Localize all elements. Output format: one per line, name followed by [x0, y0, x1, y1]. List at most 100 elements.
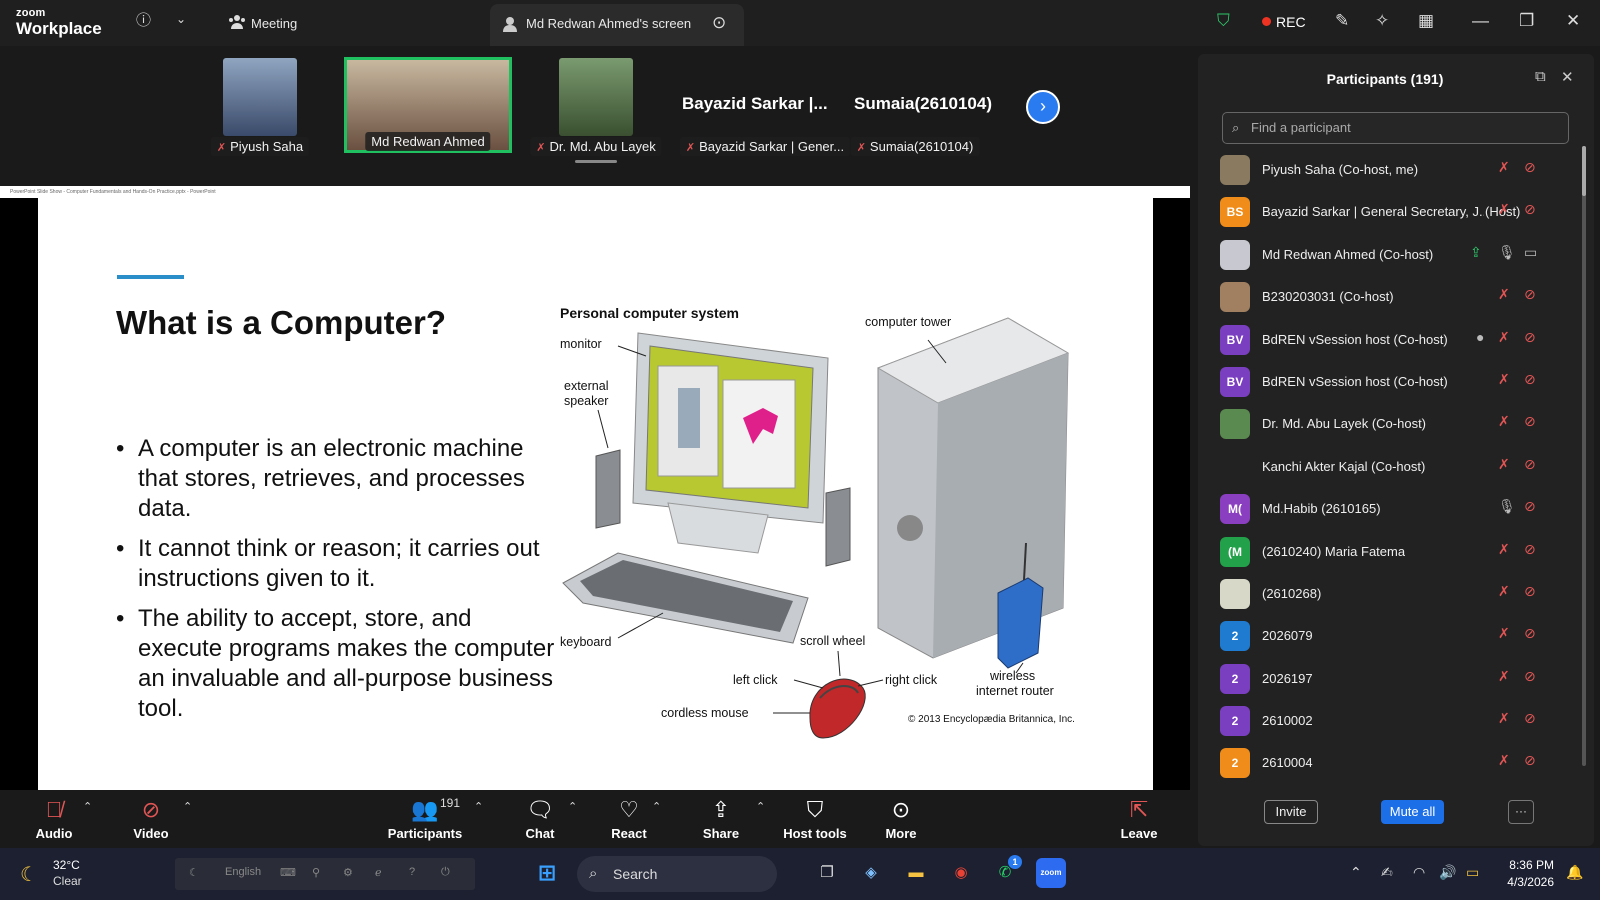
participant-search-input[interactable]: ⌕ Find a participant	[1222, 112, 1569, 144]
more-options-button[interactable]: ···	[1508, 800, 1534, 824]
video-button[interactable]: ⊘ Video	[111, 796, 191, 841]
language-bar[interactable]: ☾ English ⌨ ⚲ ⚙ ℯ ? ⏻	[175, 858, 475, 890]
video-tile[interactable]: ✗ Dr. Md. Abu Layek	[516, 58, 676, 156]
mic-muted-icon[interactable]: ✗	[1498, 584, 1510, 598]
host-tools-button[interactable]: ⛉ Host tools	[775, 796, 855, 841]
participant-scrollbar-thumb[interactable]	[1582, 146, 1586, 196]
participant-row[interactable]: 2 2026197 ✗ ⊘	[1198, 658, 1578, 700]
close-icon[interactable]: ✕	[1566, 11, 1580, 31]
zoom-app-icon[interactable]: zoom	[1036, 858, 1066, 888]
video-off-icon[interactable]: ⊘	[1524, 160, 1536, 174]
participant-row[interactable]: Dr. Md. Abu Layek (Co-host) ✗ ⊘	[1198, 403, 1578, 445]
participants-options-caret[interactable]: ⌃	[474, 800, 483, 813]
restore-icon[interactable]: ❐	[1519, 11, 1534, 31]
participant-row[interactable]: BV BdREN vSession host (Co-host) ✗ ⊘ ●	[1198, 319, 1578, 361]
recording-indicator[interactable]: REC	[1262, 14, 1306, 30]
mic-muted-icon[interactable]: ✗	[1498, 669, 1510, 683]
participant-row[interactable]: Piyush Saha (Co-host, me) ✗ ⊘	[1198, 149, 1578, 191]
mic-muted-icon[interactable]: ✗	[1498, 542, 1510, 556]
screen-options-icon[interactable]: ⊙	[712, 14, 726, 31]
wifi-icon[interactable]: ◠	[1413, 864, 1425, 881]
close-panel-icon[interactable]: ✕	[1561, 68, 1574, 86]
apps-grid-icon[interactable]: ▦	[1418, 12, 1434, 29]
video-off-icon[interactable]: ⊘	[1524, 372, 1536, 386]
mic-muted-icon[interactable]: ✗	[1498, 330, 1510, 344]
mic-icon[interactable]: 🎙	[1498, 245, 1516, 259]
participant-row[interactable]: (M (2610240) Maria Fatema ✗ ⊘	[1198, 531, 1578, 573]
windows-start-icon[interactable]: ⊞	[532, 858, 562, 888]
video-tile-active-speaker[interactable]: Md Redwan Ahmed	[344, 57, 512, 153]
mic-muted-icon[interactable]: ✗	[1498, 202, 1510, 216]
battery-icon[interactable]: ▭	[1466, 864, 1479, 881]
video-off-icon[interactable]: ⊘	[1524, 669, 1536, 683]
chat-options-caret[interactable]: ⌃	[568, 800, 577, 813]
show-hidden-icons-chevron-icon[interactable]: ⌃	[1350, 864, 1362, 881]
invite-button[interactable]: Invite	[1264, 800, 1318, 824]
video-off-icon[interactable]: ⊘	[1524, 202, 1536, 216]
shared-screen-tab[interactable]: Md Redwan Ahmed's screen ⊙	[490, 4, 744, 46]
avatar: BS	[1220, 197, 1250, 228]
volume-icon[interactable]: 🔊	[1439, 864, 1456, 881]
video-off-icon[interactable]: ⊘	[1524, 711, 1536, 725]
video-off-icon[interactable]: ⊘	[1524, 287, 1536, 301]
meeting-tab-label[interactable]: Meeting	[251, 16, 297, 31]
video-off-icon[interactable]: ⊘	[1524, 626, 1536, 640]
video-tile[interactable]: ✗ Piyush Saha	[180, 58, 340, 156]
video-off-icon[interactable]: ⊘	[1524, 499, 1536, 513]
task-view-icon[interactable]: ❐	[812, 858, 842, 888]
participant-row[interactable]: (2610268) ✗ ⊘	[1198, 573, 1578, 615]
encryption-shield-icon[interactable]: ⛉	[1217, 12, 1230, 29]
ai-companion-icon[interactable]: ✧	[1375, 12, 1389, 29]
participant-row[interactable]: 2 2610004 ✗ ⊘	[1198, 742, 1578, 784]
participant-row[interactable]: B230203031 (Co-host) ✗ ⊘	[1198, 276, 1578, 318]
react-options-caret[interactable]: ⌃	[652, 800, 661, 813]
mic-muted-icon[interactable]: ✗	[1498, 372, 1510, 386]
video-options-caret[interactable]: ⌃	[183, 800, 192, 813]
notification-bell-icon[interactable]: 🔔	[1566, 864, 1583, 881]
info-icon[interactable]: ⓘ	[136, 13, 151, 28]
pen-tray-icon[interactable]: ✍	[1381, 864, 1393, 881]
chrome-icon[interactable]: ◉	[946, 858, 976, 888]
video-off-icon[interactable]: ⊘	[1524, 542, 1536, 556]
participant-row[interactable]: 2 2026079 ✗ ⊘	[1198, 615, 1578, 657]
strip-resize-handle[interactable]	[575, 160, 617, 163]
mic-muted-icon[interactable]: ✗	[1498, 711, 1510, 725]
mic-muted-icon[interactable]: ✗	[1498, 414, 1510, 428]
participant-row[interactable]: BV BdREN vSession host (Co-host) ✗ ⊘	[1198, 361, 1578, 403]
mic-muted-icon[interactable]: ✗	[1498, 287, 1510, 301]
whatsapp-icon[interactable]: ✆ 1	[990, 855, 1022, 888]
participant-row[interactable]: M(Md.Habib (2610165) 🎙 ⊘	[1198, 488, 1578, 530]
participant-scrollbar[interactable]	[1582, 146, 1586, 766]
leave-button[interactable]: ⇱ Leave	[1098, 796, 1180, 841]
mic-muted-icon[interactable]: ✗	[1498, 457, 1510, 471]
annotate-pen-icon[interactable]: ✎	[1335, 12, 1349, 29]
participant-row[interactable]: 2 2610002 ✗ ⊘	[1198, 700, 1578, 742]
share-options-caret[interactable]: ⌃	[756, 800, 765, 813]
share-button[interactable]: ⇪ Share	[681, 796, 761, 841]
video-off-icon[interactable]: ⊘	[1524, 414, 1536, 428]
participant-row[interactable]: BS Bayazid Sarkar | General Secretary, J.…	[1198, 191, 1578, 233]
audio-options-caret[interactable]: ⌃	[83, 800, 92, 813]
participant-row[interactable]: Md Redwan Ahmed (Co-host) 🎙 ▭ ⇪	[1198, 234, 1578, 276]
mic-icon[interactable]: 🎙	[1498, 499, 1516, 513]
mute-all-button[interactable]: Mute all	[1381, 800, 1444, 824]
file-explorer-icon[interactable]: ▬	[901, 858, 931, 888]
participant-row[interactable]: Kanchi Akter Kajal (Co-host) ✗ ⊘	[1198, 446, 1578, 488]
video-off-icon[interactable]: ⊘	[1524, 330, 1536, 344]
taskbar-search[interactable]: ⌕ Search	[577, 856, 777, 892]
mic-muted-icon[interactable]: ✗	[1498, 626, 1510, 640]
taskbar-clock[interactable]: 8:36 PM 4/3/2026	[1490, 857, 1554, 891]
video-camera-icon[interactable]: ▭	[1524, 245, 1537, 259]
video-off-icon[interactable]: ⊘	[1524, 584, 1536, 598]
next-page-button[interactable]: ›	[1026, 90, 1060, 124]
mic-muted-icon[interactable]: ✗	[1498, 753, 1510, 767]
audio-button[interactable]: 🎙̸ Audio	[14, 796, 94, 841]
more-button[interactable]: ⊙ More	[861, 796, 941, 841]
minimize-icon[interactable]: —	[1472, 11, 1489, 31]
chevron-down-icon[interactable]: ⌄	[176, 13, 186, 25]
copilot-icon[interactable]: ◈	[856, 858, 886, 888]
video-off-icon[interactable]: ⊘	[1524, 753, 1536, 767]
pop-out-icon[interactable]: ⧉	[1535, 68, 1546, 85]
mic-muted-icon[interactable]: ✗	[1498, 160, 1510, 174]
video-off-icon[interactable]: ⊘	[1524, 457, 1536, 471]
